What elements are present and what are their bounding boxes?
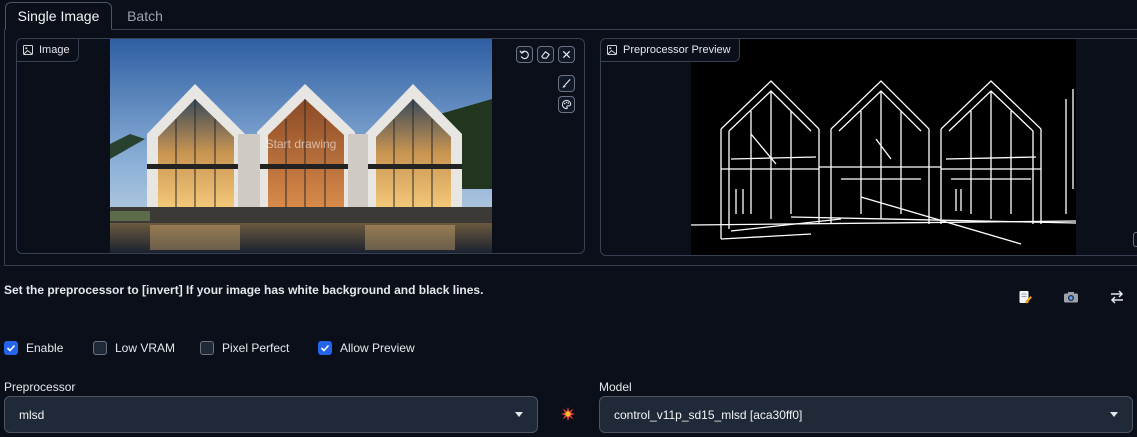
preprocessor-select[interactable]: mlsd xyxy=(4,396,538,433)
low-vram-label: Low VRAM xyxy=(115,341,176,355)
start-drawing-hint: Start drawing xyxy=(265,137,337,151)
model-label: Model xyxy=(599,380,632,394)
pixel-perfect-label: Pixel Perfect xyxy=(222,341,290,355)
swap-icon xyxy=(1110,290,1124,304)
palette-icon xyxy=(561,99,572,110)
mlsd-line-art xyxy=(691,80,1076,245)
mlsd-line-map xyxy=(691,39,1076,255)
preprocessor-value: mlsd xyxy=(19,407,45,422)
enable-label: Enable xyxy=(26,341,64,355)
run-preprocessor-button[interactable] xyxy=(561,407,575,421)
explosion-icon xyxy=(561,407,575,421)
preview-action-button[interactable] xyxy=(1133,232,1137,247)
chevron-down-icon xyxy=(515,412,523,417)
close-icon xyxy=(562,50,571,59)
checkbox-unchecked[interactable] xyxy=(93,341,107,355)
image-label: Image xyxy=(17,39,79,62)
undo-button[interactable] xyxy=(516,46,533,63)
pixel-perfect-checkbox[interactable]: Pixel Perfect xyxy=(200,340,289,356)
swap-button[interactable] xyxy=(1109,289,1125,305)
preview-label: Preprocessor Preview xyxy=(601,39,740,62)
edit-icon xyxy=(1019,291,1032,304)
eraser-icon xyxy=(541,50,550,59)
preview-label-text: Preprocessor Preview xyxy=(623,44,731,56)
tab-single-image[interactable]: Single Image xyxy=(5,2,112,30)
model-value: control_v11p_sd15_mlsd [aca30ff0] xyxy=(614,407,803,422)
preprocessor-label: Preprocessor xyxy=(4,380,76,394)
camera-icon xyxy=(1064,292,1078,303)
checkmark-icon xyxy=(320,344,330,352)
image-label-text: Image xyxy=(39,44,70,56)
checkbox-checked[interactable] xyxy=(318,341,332,355)
image-input-panel[interactable]: Image Start drawing xyxy=(16,38,585,254)
checkmark-icon xyxy=(6,344,16,352)
tab-batch[interactable]: Batch xyxy=(115,2,175,30)
checkbox-checked[interactable] xyxy=(4,341,18,355)
brush-button[interactable] xyxy=(558,75,575,92)
chevron-down-icon xyxy=(1110,412,1118,417)
image-icon xyxy=(23,45,33,55)
house-photo[interactable]: Start drawing xyxy=(110,39,492,253)
allow-preview-label: Allow Preview xyxy=(340,341,415,355)
preprocessor-preview-panel: Preprocessor Preview xyxy=(600,38,1137,256)
undo-icon xyxy=(519,50,529,60)
model-select[interactable]: control_v11p_sd15_mlsd [aca30ff0] xyxy=(599,396,1133,433)
allow-preview-checkbox[interactable]: Allow Preview xyxy=(318,340,415,356)
eraser-button[interactable] xyxy=(537,46,554,63)
checkbox-unchecked[interactable] xyxy=(200,341,214,355)
low-vram-checkbox[interactable]: Low VRAM xyxy=(93,340,175,356)
edit-button[interactable] xyxy=(1017,289,1033,305)
brush-icon xyxy=(562,78,571,88)
camera-button[interactable] xyxy=(1063,289,1079,305)
clear-button[interactable] xyxy=(558,46,575,63)
color-button[interactable] xyxy=(558,96,575,113)
preprocessor-hint: Set the preprocessor to [invert] If your… xyxy=(4,283,484,297)
enable-checkbox[interactable]: Enable xyxy=(4,340,63,356)
image-icon xyxy=(607,45,617,55)
